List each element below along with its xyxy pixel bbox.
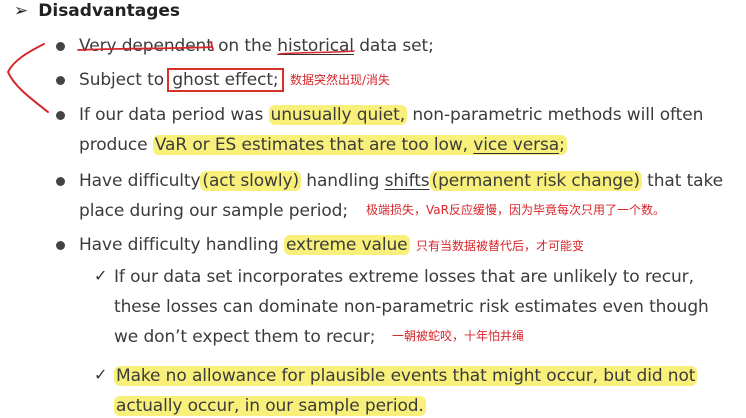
ghost-effect-box: ghost effect; (167, 68, 284, 92)
highlight: unusually quiet, (268, 105, 408, 125)
heading-title: Disadvantages (38, 1, 181, 21)
annotation-note: 极端损失，VaR反应缓慢，因为毕竟每次只用了一个数。 (366, 203, 665, 217)
text-vice-versa: vice versa (473, 135, 560, 155)
annotation-note: 只有当数据被替代后，才可能变 (416, 239, 585, 253)
annotation-note: 一朝被蛇咬，十年怕井绳 (392, 329, 525, 343)
bullet-icon (56, 241, 65, 250)
ink-bracket (6, 43, 49, 113)
check-icon: ✓ (94, 266, 108, 285)
item-shifts-line2: place during our sample period; (79, 201, 348, 221)
text-historical: historical (277, 36, 354, 56)
subitem-extreme-losses-line1: If our data set incorporates extreme los… (114, 267, 694, 287)
document-page: ➢ Disadvantages Very dependent on the his… (0, 0, 746, 418)
annotation-note: 数据突然出现/消失 (290, 73, 391, 87)
item-very-dependent: Very dependent on the historical data se… (79, 36, 434, 56)
subitem-no-allowance-line2: actually occur, in our sample period. (114, 395, 426, 417)
item-quiet-period-line2: produce VaR or ES estimates that are too… (79, 135, 567, 155)
item-ghost-effect: Subject to ghost effect; (79, 68, 284, 92)
bullet-icon (56, 111, 65, 120)
subitem-extreme-losses-line3: we don’t expect them to recur; (114, 327, 376, 347)
subitem-no-allowance-line1: Make no allowance for plausible events t… (114, 365, 698, 387)
bullet-icon (56, 42, 65, 51)
highlight: (permanent risk change) (429, 171, 642, 191)
text-shifts: shifts (384, 171, 430, 191)
highlight: actually occur, in our sample period. (114, 396, 426, 416)
arrow-bullet-icon: ➢ (14, 1, 29, 21)
item-quiet-period-line1: If our data period was unusually quiet, … (79, 105, 704, 125)
highlight: extreme value (283, 235, 410, 255)
bullet-icon (56, 177, 65, 186)
item-shifts-line1: Have difficulty (act slowly) handling shi… (79, 171, 723, 191)
highlight: VaR or ES estimates that are too low, vi… (152, 135, 567, 155)
section-heading: ➢ Disadvantages (14, 1, 180, 21)
subitem-extreme-losses-line2: these losses can dominate non-parametric… (114, 297, 709, 317)
highlight: (act slowly) (200, 171, 301, 191)
highlight: Make no allowance for plausible events t… (114, 366, 698, 386)
bullet-icon (56, 76, 65, 85)
text-very-dependent: Very dependent (79, 36, 213, 56)
item-extreme-value: Have difficulty handling extreme value (79, 235, 410, 255)
check-icon: ✓ (94, 365, 108, 384)
